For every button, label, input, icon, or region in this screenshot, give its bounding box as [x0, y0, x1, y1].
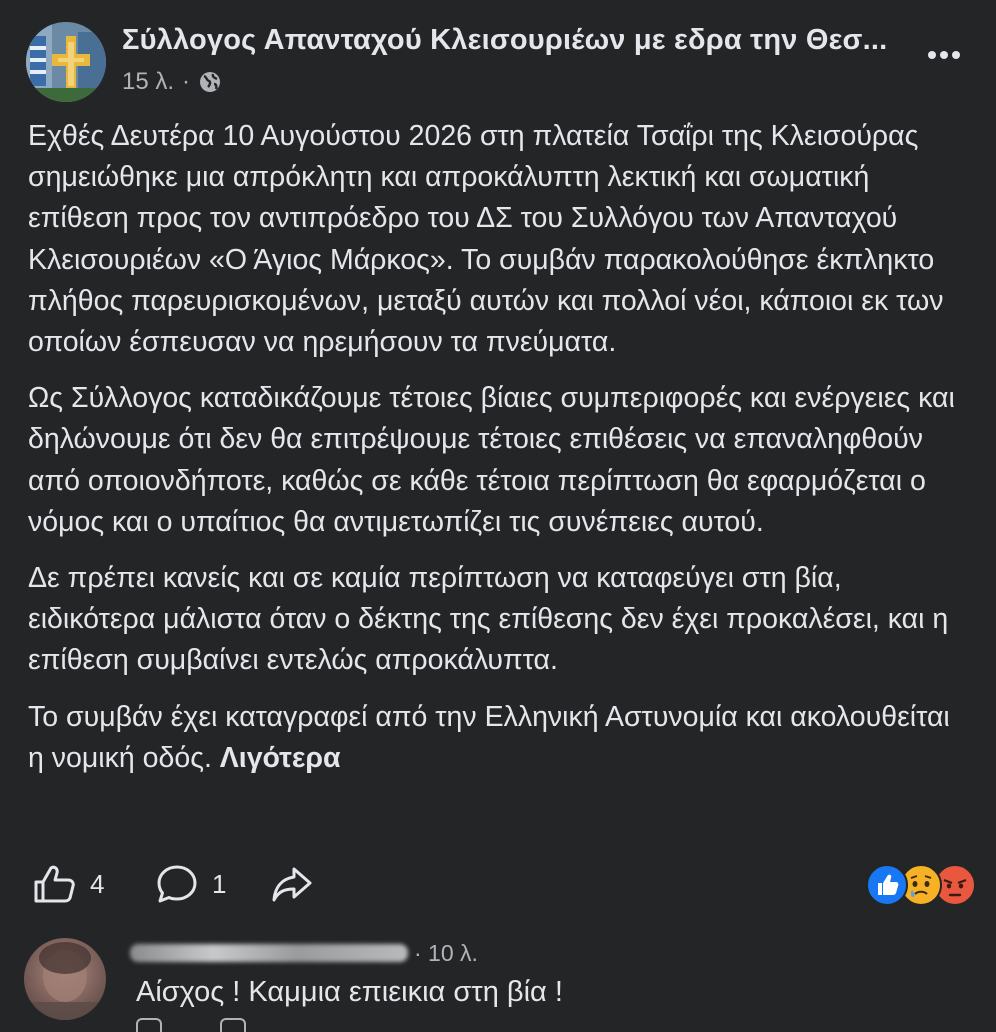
page-avatar[interactable]: [26, 22, 106, 102]
thumbs-up-icon: [34, 865, 75, 903]
see-less-link[interactable]: Λιγότερα: [220, 742, 341, 774]
post-header: Σύλλογος Απανταχού Κλεισουριέων με εδρα …: [0, 0, 996, 110]
reaction-summary[interactable]: [866, 864, 976, 906]
post-body: Εχθές Δευτέρα 10 Αυγούστου 2026 στη πλατ…: [28, 116, 973, 794]
comment-count: 1: [212, 868, 227, 899]
comment-button[interactable]: 1: [156, 858, 226, 910]
comment-time[interactable]: · 10 λ.: [414, 940, 478, 967]
comment-text: Αίσχος ! Καμμια επιεικια στη βία !: [136, 976, 563, 1008]
post-actions: 4 1: [0, 858, 996, 910]
commenter-name-redacted[interactable]: [130, 944, 408, 962]
share-button[interactable]: [270, 858, 314, 910]
page-name[interactable]: Σύλλογος Απανταχού Κλεισουριέων με εδρα …: [122, 24, 912, 57]
post-paragraph-2: Ως Σύλλογος καταδικάζουμε τέτοιες βίαιες…: [28, 382, 955, 538]
post-time[interactable]: 15 λ.: [122, 68, 174, 96]
post-meta: 15 λ. ·: [122, 68, 222, 96]
share-arrow-icon: [272, 867, 312, 902]
commenter-avatar[interactable]: [24, 938, 106, 1020]
like-button[interactable]: 4: [32, 858, 104, 910]
comment-actions-partial: [130, 1018, 260, 1032]
club-logo-icon: [26, 22, 106, 102]
post-paragraph-1: Εχθές Δευτέρα 10 Αυγούστου 2026 στη πλατ…: [28, 120, 944, 359]
globe-icon[interactable]: [198, 70, 222, 94]
comment-bubble-icon: [157, 865, 197, 903]
post-paragraph-4-text: Το συμβάν έχει καταγραφεί από την Ελληνι…: [28, 700, 950, 774]
more-options-icon[interactable]: [922, 40, 966, 70]
post-paragraph-3: Δε πρέπει κανείς και σε καμία περίπτωση …: [28, 562, 949, 677]
meta-separator: ·: [182, 68, 191, 95]
like-count: 4: [90, 868, 105, 899]
post-paragraph-4: Το συμβάν έχει καταγραφεί από την Ελληνι…: [28, 697, 973, 779]
like-reaction-icon: [866, 864, 908, 906]
